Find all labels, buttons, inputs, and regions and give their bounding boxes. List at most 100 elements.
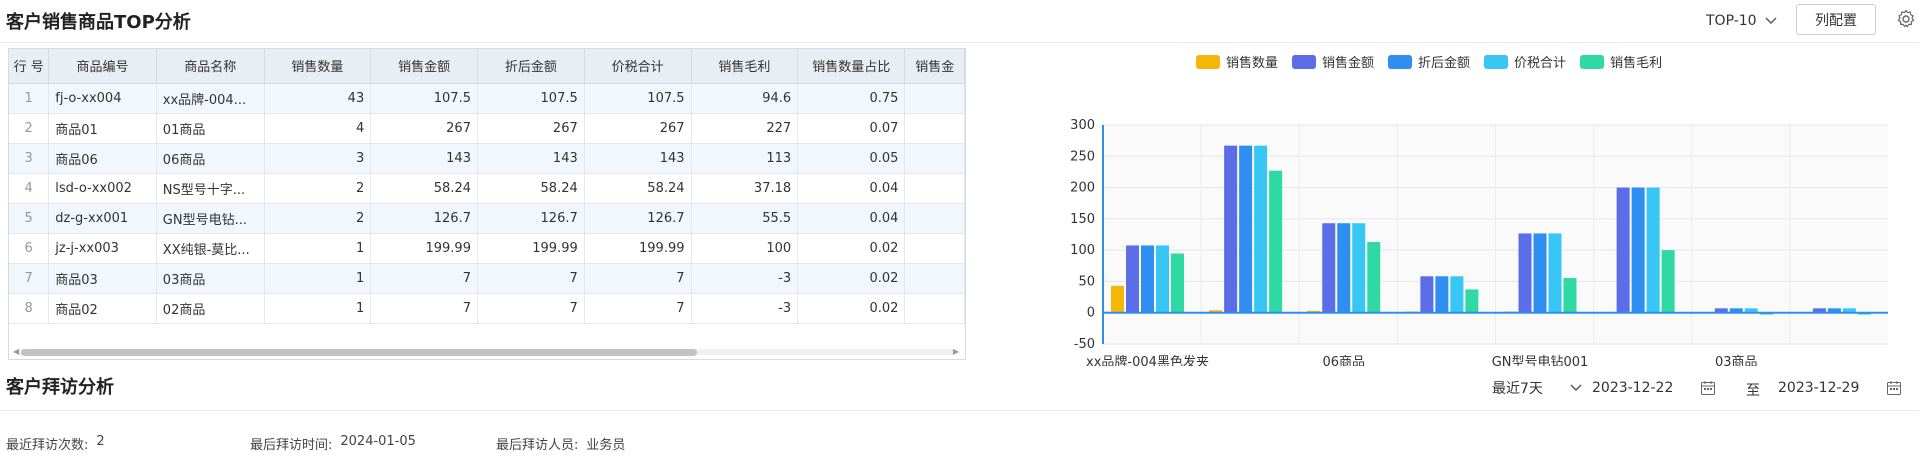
table-cell xyxy=(904,83,965,114)
horizontal-scrollbar[interactable]: ◀ ▶ xyxy=(13,347,961,357)
column-header[interactable]: 价税合计 xyxy=(584,49,692,84)
row-index: 7 xyxy=(9,263,50,294)
column-header[interactable]: 折后金额 xyxy=(477,49,585,84)
row-index: 6 xyxy=(9,233,50,264)
table-cell xyxy=(904,143,965,174)
table-cell: 0.02 xyxy=(797,293,906,324)
table-cell: 55.5 xyxy=(691,203,799,234)
end-date-value: 2023-12-29 xyxy=(1778,380,1860,396)
table-cell: 126.7 xyxy=(584,203,692,234)
table-cell: 143 xyxy=(370,143,478,174)
chart-bar xyxy=(1420,276,1434,313)
chart-bar xyxy=(1646,187,1660,313)
top-analysis-title: 客户销售商品TOP分析 xyxy=(6,12,191,33)
gear-icon[interactable] xyxy=(1896,9,1916,29)
table-row[interactable]: 4 lsd-o-xx002 NS型号十字... 2 58.24 58.24 58.24 37.… xyxy=(9,173,965,204)
table-row[interactable]: 6 jz-j-xx003 XX纯银-莫比... 1 199.99 199.99 199.99… xyxy=(9,233,965,264)
table-cell: 113 xyxy=(691,143,799,174)
scroll-right-icon[interactable]: ▶ xyxy=(953,347,959,356)
date-separator: 至 xyxy=(1746,383,1760,399)
start-date-value: 2023-12-22 xyxy=(1592,380,1674,396)
x-tick-label: GN型号电钻001 xyxy=(1492,355,1589,366)
table-header-row: 行 号商品编号 商品名称 销售数量 销售金额 折后金额 价税合计 销售毛利 销售数量占比 销售金 xyxy=(9,49,965,84)
chart-bar xyxy=(1367,242,1381,313)
calendar-icon[interactable] xyxy=(1700,380,1716,396)
column-header[interactable]: 销售金额 xyxy=(370,49,478,84)
topn-select[interactable]: TOP-10 xyxy=(1690,6,1786,36)
chart-bar xyxy=(1518,233,1532,313)
table-cell: 01商品 xyxy=(156,113,265,144)
table-cell xyxy=(904,233,965,264)
visit-count-stat: 最近拜访次数: 2 xyxy=(6,434,105,453)
table-cell xyxy=(904,113,965,144)
table-cell: 0.07 xyxy=(797,113,906,144)
table-cell: 199.99 xyxy=(370,233,478,264)
column-header[interactable]: 销售数量占比 xyxy=(797,49,906,84)
chart-bar xyxy=(1156,245,1169,313)
row-index: 2 xyxy=(9,113,50,144)
end-date-field[interactable]: 2023-12-29 xyxy=(1772,374,1906,402)
chart-bar xyxy=(1239,145,1253,313)
chart-bar xyxy=(1616,187,1630,313)
column-config-button[interactable]: 列配置 xyxy=(1796,4,1876,35)
table-row[interactable]: 2 商品01 01商品 4 267 267 267 227 0.07 xyxy=(9,113,965,144)
column-header[interactable]: 销售数量 xyxy=(264,49,372,84)
column-header[interactable]: 商品编号 xyxy=(48,49,157,84)
column-header[interactable]: 销售金 xyxy=(904,49,965,84)
chart-bar xyxy=(1631,187,1645,313)
table-cell: 199.99 xyxy=(584,233,692,264)
table-cell: 0.05 xyxy=(797,143,906,174)
table-cell: NS型号十字... xyxy=(156,173,265,204)
y-tick-label: 300 xyxy=(1070,118,1095,133)
table-cell: 0.02 xyxy=(797,233,906,264)
chart-bar xyxy=(1661,250,1675,313)
table-cell: 107.5 xyxy=(370,83,478,114)
calendar-icon[interactable] xyxy=(1886,380,1902,396)
sales-top-table[interactable]: 行 号商品编号 商品名称 销售数量 销售金额 折后金额 价税合计 销售毛利 销售数量占比 销售金… xyxy=(8,48,966,360)
last-visit-person-label: 最后拜访人员: xyxy=(496,438,579,453)
y-tick-label: 50 xyxy=(1078,274,1095,289)
chart-bar xyxy=(1126,245,1139,313)
table-cell: 267 xyxy=(584,113,692,144)
row-index: 8 xyxy=(9,293,50,324)
last-visit-time-value: 2024-01-05 xyxy=(340,434,416,449)
table-cell: 267 xyxy=(370,113,478,144)
row-index: 5 xyxy=(9,203,50,234)
chart-bar xyxy=(1435,276,1449,313)
table-cell: 7 xyxy=(370,263,478,294)
y-tick-label: 150 xyxy=(1070,212,1095,227)
table-cell: GN型号电钻... xyxy=(156,203,265,234)
chart-bar xyxy=(1337,223,1351,313)
y-tick-label: 100 xyxy=(1070,243,1095,258)
last-visit-time-stat: 最后拜访时间: 2024-01-05 xyxy=(250,434,416,453)
table-cell: jz-j-xx003 xyxy=(48,233,157,264)
chart-bar xyxy=(1352,223,1366,313)
x-tick-label: 03商品 xyxy=(1715,355,1758,366)
table-cell: 商品06 xyxy=(48,143,157,174)
table-row[interactable]: 7 商品03 03商品 1 7 7 7 -3 0.02 xyxy=(9,263,965,294)
table-row[interactable]: 3 商品06 06商品 3 143 143 143 113 0.05 xyxy=(9,143,965,174)
column-header[interactable]: 行 号 xyxy=(9,49,50,84)
table-cell: 商品02 xyxy=(48,293,157,324)
table-cell: -3 xyxy=(691,263,799,294)
table-cell: 7 xyxy=(584,263,692,294)
chart-bar xyxy=(1141,245,1154,313)
date-range-select[interactable]: 最近7天 xyxy=(1484,374,1586,402)
table-cell: 06商品 xyxy=(156,143,265,174)
table-cell: 58.24 xyxy=(370,173,478,204)
chart-bar xyxy=(1563,277,1577,313)
column-header[interactable]: 销售毛利 xyxy=(691,49,799,84)
scroll-thumb[interactable] xyxy=(21,349,697,356)
table-cell: 43 xyxy=(264,83,372,114)
column-header[interactable]: 商品名称 xyxy=(156,49,265,84)
table-row[interactable]: 5 dz-g-xx001 GN型号电钻... 2 126.7 126.7 126.7 55.5… xyxy=(9,203,965,234)
table-row[interactable]: 8 商品02 02商品 1 7 7 7 -3 0.02 xyxy=(9,293,965,324)
table-cell: 0.04 xyxy=(797,203,906,234)
y-tick-label: 0 xyxy=(1087,306,1095,321)
start-date-field[interactable]: 2023-12-22 xyxy=(1586,374,1720,402)
chevron-down-icon xyxy=(1765,17,1777,24)
table-cell: 0.02 xyxy=(797,263,906,294)
table-cell: 100 xyxy=(691,233,799,264)
table-row[interactable]: 1 fj-o-xx004 xx品牌-004... 43 107.5 107.5 107.5 9… xyxy=(9,83,965,114)
table-cell: 2 xyxy=(264,173,372,204)
